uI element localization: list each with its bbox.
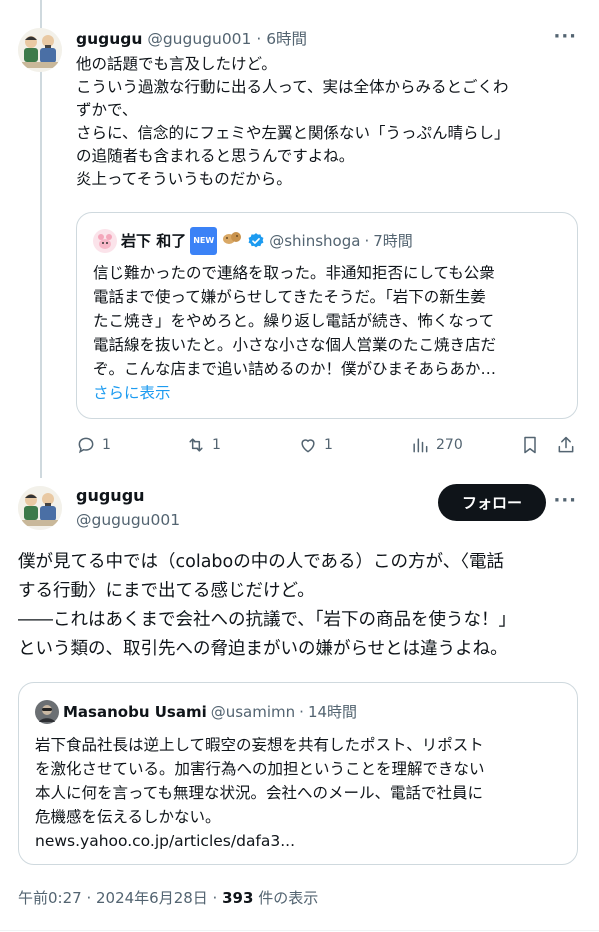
- quoted-author-handle[interactable]: @usamimn: [211, 701, 295, 723]
- quoted-link[interactable]: news.yahoo.co.jp/articles/dafa3...: [35, 829, 567, 853]
- quoted-author-avatar: [35, 700, 59, 724]
- tweet-meta: 午前0:27 · 2024年6月28日 · 393 件の表示: [18, 886, 318, 910]
- text-line: 他の話題でも言及したけど。: [76, 55, 277, 73]
- reply-button[interactable]: 1: [76, 432, 111, 458]
- text-line: ぞ。こんな店まで追い詰めるのか！僕がひまそあらあか…: [93, 360, 497, 378]
- text-line: の追随者も含まれると思うんですよね。: [76, 147, 355, 165]
- text-line: という類の、取引先への脅迫まがいの嫌がらせとは違うよね。: [18, 639, 508, 659]
- view-suffix: 件の表示: [253, 889, 319, 907]
- reply-action-bar: 1 1 1 270: [76, 432, 581, 458]
- text-line: 信じ難かったので連絡を取った。非通知拒否にしても公衆: [93, 264, 495, 282]
- text-line: 僕が見てる中では（colaboの中の人である）この方が、〈電話: [18, 552, 504, 572]
- reply-tweet-text: 他の話題でも言及したけど。 こういう過激な行動に出る人って、実は全体からみるとご…: [76, 53, 586, 191]
- share-icon: [558, 436, 574, 453]
- reply-icon: [78, 437, 94, 454]
- quoted-time[interactable]: 7時間: [373, 230, 413, 252]
- text-line: 電話線を抜いたと。小さな小さな個人営業のたこ焼き店だ: [93, 336, 497, 354]
- reply-author-avatar[interactable]: [18, 28, 62, 72]
- reply-more-button[interactable]: ···: [553, 26, 577, 47]
- quoted-text: 信じ難かったので連絡を取った。非通知拒否にしても公衆 電話まで使って嫌がらせして…: [93, 261, 567, 405]
- like-icon: [301, 439, 315, 453]
- bookmark-button[interactable]: [520, 432, 540, 458]
- quoted-author-handle[interactable]: @shinshoga: [269, 230, 360, 252]
- ginger-emoji-icon: [221, 229, 243, 253]
- text-line: 危機感を伝えるしかない。: [35, 808, 221, 826]
- like-count: 1: [324, 437, 333, 453]
- reply-count: 1: [102, 437, 111, 453]
- reply-header: gugugu @gugugu001 · 6時間: [76, 28, 307, 50]
- main-author-avatar[interactable]: [18, 486, 62, 530]
- text-line: さらに、信念的にフェミや左翼と関係ない「うっぷん晴らし」: [76, 124, 510, 142]
- like-button[interactable]: 1: [298, 432, 333, 458]
- text-line: を激化させている。加害行為への加担ということを理解できない: [35, 760, 485, 778]
- views-icon: [413, 438, 428, 453]
- quoted-tweet-usami[interactable]: Masanobu Usami @usamimn · 14時間 岩下食品社長は逆上…: [18, 682, 578, 865]
- repost-count: 1: [212, 437, 221, 453]
- quoted-tweet-iwashita[interactable]: 岩下 和了 NEW @shinshoga · 7時間 信じ難かったので連絡を取っ…: [76, 212, 578, 419]
- views-count: 270: [436, 437, 463, 453]
- text-line: 本人に何を言っても無理な状況。会社へのメール、電話で社員に: [35, 784, 483, 802]
- text-line: こういう過激な行動に出る人って、実は全体からみるとごくわ: [76, 78, 509, 96]
- separator: ·: [299, 703, 304, 721]
- text-line: 電話まで使って嫌がらせしてきたそうだ。「岩下の新生姜: [93, 288, 486, 306]
- separator: ·: [251, 30, 267, 48]
- reply-author-name[interactable]: gugugu: [76, 30, 142, 48]
- verified-badge-icon: [248, 233, 264, 248]
- quoted-text: 岩下食品社長は逆上して暇空の妄想を共有したポスト、リポスト を激化させている。加…: [35, 733, 567, 853]
- separator: ·: [364, 232, 370, 250]
- quoted-header: Masanobu Usami @usamimn · 14時間: [35, 700, 357, 724]
- show-more-link[interactable]: さらに表示: [93, 381, 567, 405]
- main-tweet-text: 僕が見てる中では（colaboの中の人である）この方が、〈電話 する行動〉にまで…: [18, 548, 583, 664]
- divider: [0, 930, 599, 931]
- view-count: 393: [222, 889, 254, 907]
- quoted-author-name[interactable]: 岩下 和了: [121, 230, 186, 252]
- quoted-time[interactable]: 14時間: [308, 701, 357, 723]
- follow-button[interactable]: フォロー: [438, 484, 546, 521]
- main-more-button[interactable]: ···: [553, 490, 577, 511]
- tweet-timestamp[interactable]: 午前0:27 · 2024年6月28日 ·: [18, 889, 222, 907]
- repost-icon: [189, 438, 203, 452]
- bookmark-icon: [524, 436, 536, 454]
- reply-author-handle[interactable]: @gugugu001: [147, 30, 251, 48]
- repost-button[interactable]: 1: [186, 432, 221, 458]
- views-button[interactable]: 270: [410, 432, 463, 458]
- quoted-header: 岩下 和了 NEW @shinshoga · 7時間: [93, 227, 413, 255]
- reply-time[interactable]: 6時間: [266, 30, 307, 48]
- quoted-author-avatar: [93, 229, 117, 253]
- share-button[interactable]: [556, 432, 576, 458]
- text-line: 岩下食品社長は逆上して暇空の妄想を共有したポスト、リポスト: [35, 736, 484, 754]
- new-badge-icon: NEW: [190, 227, 218, 255]
- text-line: ――これはあくまで会社への抗議で、「岩下の商品を使うな！」: [18, 610, 517, 630]
- quoted-author-name[interactable]: Masanobu Usami: [63, 701, 207, 723]
- text-line: 炎上ってそういうものだから。: [76, 170, 292, 188]
- text-line: ずかで、: [76, 101, 138, 119]
- main-author-handle[interactable]: @gugugu001: [76, 508, 180, 532]
- text-line: たこ焼き」をやめろと。繰り返し電話が続き、怖くなって: [93, 312, 495, 330]
- text-line: する行動〉にまで出てる感じだけど。: [18, 581, 315, 601]
- main-author-name[interactable]: gugugu: [76, 484, 145, 508]
